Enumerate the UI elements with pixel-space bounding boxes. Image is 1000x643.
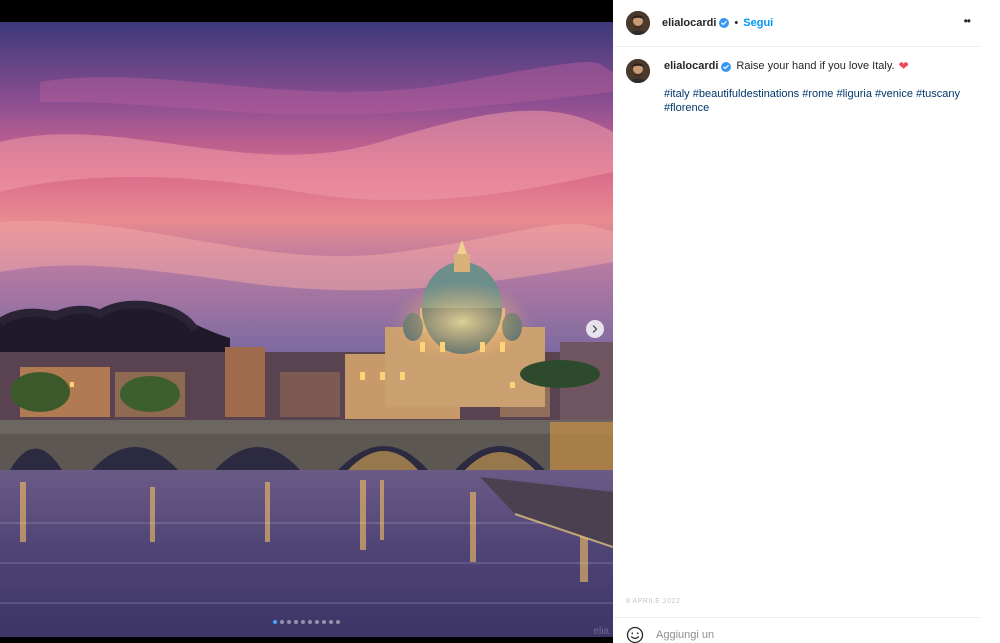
emoji-smiley-icon[interactable] bbox=[626, 626, 644, 643]
carousel-dot bbox=[329, 620, 333, 624]
heart-emoji-icon: ❤ bbox=[898, 59, 909, 73]
hashtag-link[interactable]: #italy bbox=[664, 88, 690, 100]
chevron-right-icon bbox=[592, 325, 598, 333]
carousel-dot bbox=[322, 620, 326, 624]
hashtag-link[interactable]: #florence bbox=[664, 102, 709, 114]
carousel-dot bbox=[336, 620, 340, 624]
avatar-portrait-icon bbox=[626, 11, 650, 35]
next-slide-button[interactable] bbox=[586, 320, 604, 338]
comment-divider bbox=[613, 617, 980, 618]
hashtag-link[interactable]: #tuscany bbox=[916, 88, 960, 100]
carousel-dot bbox=[287, 620, 291, 624]
caption-text: Raise your hand if you love Italy. bbox=[736, 60, 895, 72]
hashtag-link[interactable]: #beautifuldestinations bbox=[693, 88, 799, 100]
post-media: elia bbox=[0, 0, 613, 643]
follow-button[interactable]: Segui bbox=[743, 17, 773, 29]
header-separator: • bbox=[734, 17, 739, 29]
carousel-dot bbox=[273, 620, 277, 624]
caption-author-avatar[interactable] bbox=[626, 59, 650, 83]
author-avatar[interactable] bbox=[626, 11, 650, 35]
post-date: 8 APRILE 2022 bbox=[626, 598, 681, 605]
photo-watermark: elia bbox=[593, 626, 609, 637]
post-header: elialocardi • Segui •• bbox=[613, 0, 980, 47]
carousel-dot bbox=[294, 620, 298, 624]
instagram-post-view: elia elialocardi • Segui •• elialocardi … bbox=[0, 0, 1000, 643]
comment-input[interactable] bbox=[656, 629, 716, 641]
caption: elialocardi Raise your hand if you love … bbox=[626, 59, 964, 115]
verified-badge-icon bbox=[721, 61, 732, 72]
hashtag-link[interactable]: #liguria bbox=[836, 88, 871, 100]
carousel-dot bbox=[280, 620, 284, 624]
hashtag-list: #italy #beautifuldestinations #rome #lig… bbox=[664, 87, 964, 115]
carousel-dot bbox=[315, 620, 319, 624]
more-options-icon[interactable]: •• bbox=[964, 14, 971, 28]
caption-line: elialocardi Raise your hand if you love … bbox=[664, 59, 964, 74]
hashtag-link[interactable]: #rome bbox=[802, 88, 833, 100]
post-side-panel: elialocardi • Segui •• elialocardi Raise… bbox=[613, 0, 980, 643]
carousel-dot bbox=[301, 620, 305, 624]
avatar-portrait-icon bbox=[626, 59, 650, 83]
caption-username[interactable]: elialocardi bbox=[664, 59, 718, 74]
caption-body: elialocardi Raise your hand if you love … bbox=[664, 59, 964, 115]
post-photo-rome-sunset bbox=[0, 22, 613, 637]
window-right-margin bbox=[980, 0, 1000, 643]
carousel-indicator bbox=[0, 620, 613, 624]
author-username[interactable]: elialocardi bbox=[662, 17, 716, 29]
carousel-dot bbox=[308, 620, 312, 624]
comment-bar bbox=[626, 626, 716, 643]
verified-badge-icon bbox=[719, 18, 730, 28]
hashtag-link[interactable]: #venice bbox=[875, 88, 913, 100]
